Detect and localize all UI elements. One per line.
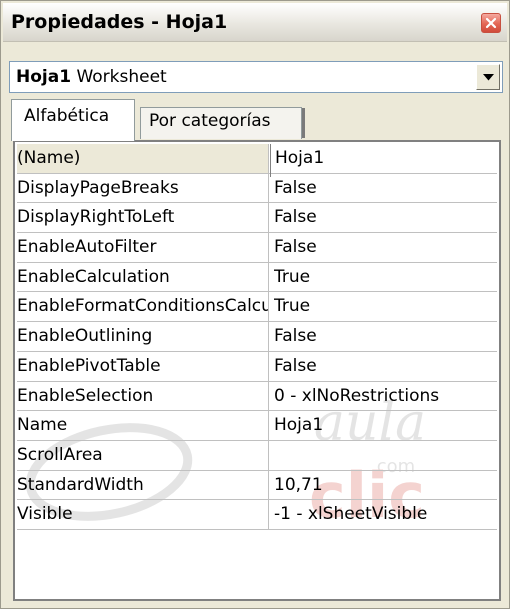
property-rows: (Name) Hoja1 DisplayPageBreaks False Dis…: [17, 144, 497, 530]
property-name: (Name): [17, 144, 269, 173]
property-row-displaypagebreaks[interactable]: DisplayPageBreaks False: [17, 173, 497, 207]
property-value[interactable]: [274, 441, 497, 474]
tab-strip: Alfabética Por categorías: [1, 99, 510, 141]
property-row-enableautofilter[interactable]: EnableAutoFilter False: [17, 233, 497, 263]
object-type: Worksheet: [76, 67, 167, 87]
property-row-enableoutlining[interactable]: EnableOutlining False: [17, 322, 497, 352]
property-row-enableselection[interactable]: EnableSelection 0 - xlNoRestrictions: [17, 381, 497, 415]
title-bar[interactable]: Propiedades - Hoja1: [3, 3, 507, 42]
property-row-name[interactable]: Name Hoja1: [17, 411, 497, 441]
object-selector-dropdown[interactable]: Hoja1 Worksheet: [9, 61, 503, 93]
property-name: Name: [17, 411, 269, 440]
property-value[interactable]: 10,71: [274, 471, 497, 504]
property-value[interactable]: 0 - xlNoRestrictions: [274, 382, 497, 415]
property-row-enablepivottable[interactable]: EnablePivotTable False: [17, 351, 497, 385]
close-button[interactable]: [481, 13, 501, 33]
window-title: Propiedades - Hoja1: [11, 11, 228, 33]
property-row-scrollarea[interactable]: ScrollArea: [17, 440, 497, 474]
tab-alfabetica[interactable]: Alfabética: [11, 99, 135, 141]
properties-window: Propiedades - Hoja1 Hoja1 Worksheet Alfa…: [0, 0, 510, 609]
dropdown-button[interactable]: [476, 64, 500, 90]
property-value[interactable]: Hoja1: [274, 411, 497, 444]
property-value[interactable]: False: [274, 203, 497, 236]
property-name: EnablePivotTable: [17, 351, 269, 381]
property-name: DisplayRightToLeft: [17, 203, 269, 233]
property-name: EnableFormatConditionsCalculation: [17, 292, 269, 322]
property-row-displayrighttoleft[interactable]: DisplayRightToLeft False: [17, 203, 497, 236]
property-row-name-paren[interactable]: (Name) Hoja1: [17, 144, 497, 177]
property-row-enableformatconditionscalculation[interactable]: EnableFormatConditionsCalculation True: [17, 292, 497, 325]
property-value[interactable]: False: [274, 233, 497, 266]
property-name: EnableSelection: [17, 381, 269, 411]
property-value[interactable]: -1 - xlSheetVisible: [274, 500, 497, 533]
tab-por-categorias[interactable]: Por categorías: [140, 107, 305, 139]
property-row-standardwidth[interactable]: StandardWidth 10,71: [17, 470, 497, 504]
property-value[interactable]: False: [274, 174, 497, 207]
property-name: Visible: [17, 500, 269, 529]
property-value[interactable]: True: [274, 292, 497, 325]
property-name: EnableOutlining: [17, 322, 269, 351]
property-row-enablecalculation[interactable]: EnableCalculation True: [17, 262, 497, 296]
property-grid[interactable]: aula .com clic (Name) Hoja1 DisplayPageB…: [13, 140, 501, 601]
property-value[interactable]: Hoja1: [270, 144, 497, 177]
property-row-visible[interactable]: Visible -1 - xlSheetVisible: [17, 500, 497, 530]
object-selector-value: Hoja1 Worksheet: [16, 67, 167, 87]
property-name: ScrollArea: [17, 440, 269, 470]
property-value[interactable]: True: [274, 263, 497, 296]
property-name: StandardWidth: [17, 470, 269, 500]
close-icon: [485, 17, 497, 29]
chevron-down-icon: [483, 74, 494, 81]
property-name: EnableCalculation: [17, 262, 269, 292]
property-value[interactable]: False: [274, 322, 497, 355]
object-name: Hoja1: [16, 67, 72, 87]
property-value[interactable]: False: [274, 352, 497, 385]
property-name: DisplayPageBreaks: [17, 173, 269, 203]
property-name: EnableAutoFilter: [17, 233, 269, 262]
